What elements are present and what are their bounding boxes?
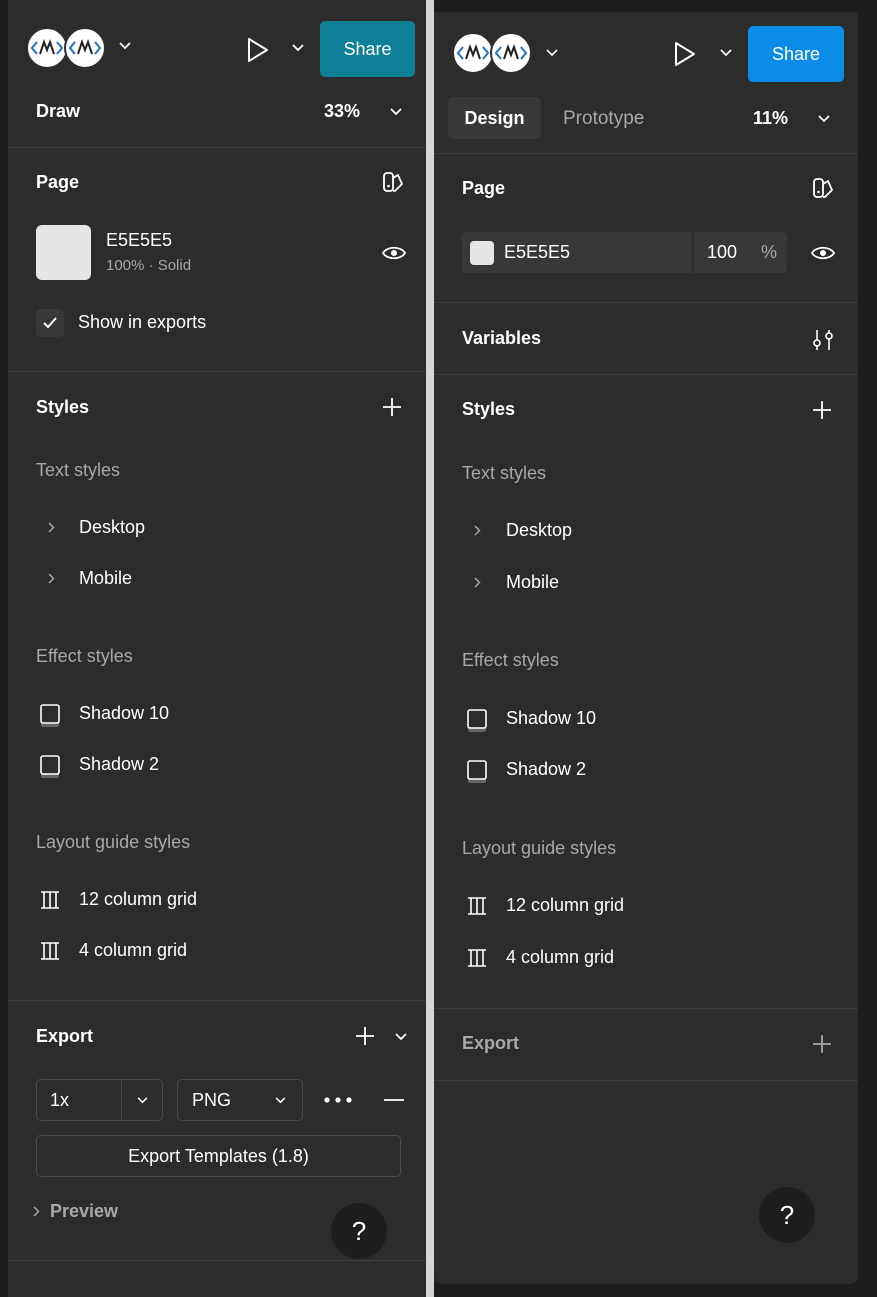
text-styles-title: Text styles <box>36 460 121 480</box>
chevron-down-icon[interactable] <box>818 115 830 123</box>
plus-icon[interactable] <box>812 400 832 420</box>
chevron-down-icon <box>275 1097 286 1104</box>
shadow-effect-icon <box>466 708 488 734</box>
avatar-icon <box>64 27 106 69</box>
plus-icon[interactable] <box>812 1034 832 1054</box>
chevron-down-icon[interactable] <box>395 1033 407 1041</box>
grid-icon <box>39 940 61 962</box>
eye-icon[interactable] <box>810 243 836 263</box>
export-templates-label: Export Templates (1.8) <box>128 1145 309 1166</box>
tab-prototype[interactable]: Prototype <box>563 108 644 130</box>
avatar-icon <box>26 27 68 69</box>
effect-style-shadow-2[interactable]: Shadow 2 <box>79 754 159 775</box>
layout-guide-styles-title: Layout guide styles <box>462 838 617 858</box>
effect-style-shadow-10[interactable]: Shadow 10 <box>506 708 596 729</box>
help-button[interactable]: ? <box>331 1203 387 1259</box>
grid-icon <box>466 947 488 969</box>
effect-style-shadow-2[interactable]: Shadow 2 <box>506 759 586 780</box>
grid-icon <box>466 895 488 917</box>
tab-design[interactable]: Design <box>448 97 541 139</box>
left-properties-panel: Share Draw 33% Page E5E5E5 100% · Solid … <box>8 0 426 1297</box>
chevron-down-icon[interactable] <box>720 49 732 57</box>
export-scale-value: 1x <box>50 1090 70 1110</box>
export-scale-select[interactable]: 1x <box>36 1079 163 1121</box>
plus-icon[interactable] <box>355 1026 375 1046</box>
effect-styles-title: Effect styles <box>36 646 133 666</box>
play-icon[interactable] <box>246 37 270 63</box>
chevron-down-icon <box>137 1097 148 1104</box>
styles-section-title: Styles <box>36 397 90 417</box>
page-color-hex[interactable]: E5E5E5 <box>106 230 172 251</box>
text-style-desktop[interactable]: Desktop <box>79 517 145 538</box>
chevron-right-icon[interactable] <box>48 522 55 533</box>
export-format-value: PNG <box>192 1090 232 1110</box>
zoom-level[interactable]: 33% <box>324 101 360 122</box>
chevron-right-icon[interactable] <box>33 1206 40 1217</box>
page-opacity-value[interactable]: 100 <box>707 242 737 263</box>
right-properties-panel: Share Design Prototype 11% Page E5E5E5 1… <box>434 12 858 1284</box>
show-in-exports-label[interactable]: Show in exports <box>78 312 206 333</box>
chevron-down-icon[interactable] <box>292 44 304 52</box>
page-opacity-unit: % <box>761 242 778 262</box>
share-button[interactable]: Share <box>748 26 844 82</box>
export-section-title: Export <box>36 1026 94 1046</box>
page-color-hex[interactable]: E5E5E5 <box>504 242 570 263</box>
layout-style-12-column[interactable]: 12 column grid <box>506 895 624 916</box>
styles-section-title: Styles <box>462 399 516 419</box>
tab-design-label: Design <box>464 107 525 128</box>
chevron-right-icon[interactable] <box>48 573 55 584</box>
avatar-group[interactable] <box>26 27 106 69</box>
layout-guide-styles-title: Layout guide styles <box>36 832 191 852</box>
avatar-icon <box>490 32 532 74</box>
shadow-effect-icon <box>39 703 61 729</box>
text-style-desktop[interactable]: Desktop <box>506 520 572 541</box>
export-format-select[interactable]: PNG <box>177 1079 303 1121</box>
chevron-down-icon[interactable] <box>390 108 402 116</box>
preview-toggle[interactable]: Preview <box>50 1201 118 1222</box>
play-icon[interactable] <box>673 41 697 67</box>
page-section-title: Page <box>462 178 506 198</box>
page-color-field[interactable]: E5E5E5 100 % <box>462 232 787 273</box>
minus-icon[interactable] <box>383 1098 405 1102</box>
variables-section-title[interactable]: Variables <box>462 328 541 349</box>
page-color-sub: 100% · Solid <box>106 257 192 274</box>
shadow-effect-icon <box>39 754 61 780</box>
layout-style-4-column[interactable]: 4 column grid <box>506 947 614 968</box>
more-options-icon[interactable] <box>323 1096 353 1104</box>
export-section-title[interactable]: Export <box>462 1033 519 1054</box>
text-style-mobile[interactable]: Mobile <box>79 568 132 589</box>
layout-style-12-column[interactable]: 12 column grid <box>79 889 197 910</box>
text-styles-title: Text styles <box>462 463 547 483</box>
zoom-level[interactable]: 11% <box>753 108 788 129</box>
chevron-down-icon[interactable] <box>546 49 558 57</box>
chevron-right-icon[interactable] <box>474 577 481 588</box>
show-in-exports-checkbox[interactable] <box>36 309 64 337</box>
help-button[interactable]: ? <box>759 1187 815 1243</box>
library-icon[interactable] <box>381 170 405 194</box>
chevron-down-icon[interactable] <box>119 42 131 50</box>
avatar-group[interactable] <box>452 32 532 74</box>
page-color-swatch[interactable] <box>470 241 494 265</box>
layout-style-4-column[interactable]: 4 column grid <box>79 940 187 961</box>
shadow-effect-icon <box>466 759 488 785</box>
export-templates-button[interactable]: Export Templates (1.8) <box>36 1135 401 1177</box>
variables-settings-icon[interactable] <box>811 328 835 352</box>
share-button[interactable]: Share <box>320 21 415 77</box>
mode-label[interactable]: Draw <box>36 101 80 122</box>
effect-style-shadow-10[interactable]: Shadow 10 <box>79 703 169 724</box>
effect-styles-title: Effect styles <box>462 650 559 670</box>
canvas-edge <box>858 12 877 1284</box>
plus-icon[interactable] <box>382 397 402 417</box>
text-style-mobile[interactable]: Mobile <box>506 572 559 593</box>
library-icon[interactable] <box>811 176 835 200</box>
page-color-swatch[interactable] <box>36 225 91 280</box>
avatar-icon <box>452 32 494 74</box>
page-section-title: Page <box>36 172 80 192</box>
chevron-right-icon[interactable] <box>474 525 481 536</box>
grid-icon <box>39 889 61 911</box>
eye-icon[interactable] <box>381 243 407 263</box>
